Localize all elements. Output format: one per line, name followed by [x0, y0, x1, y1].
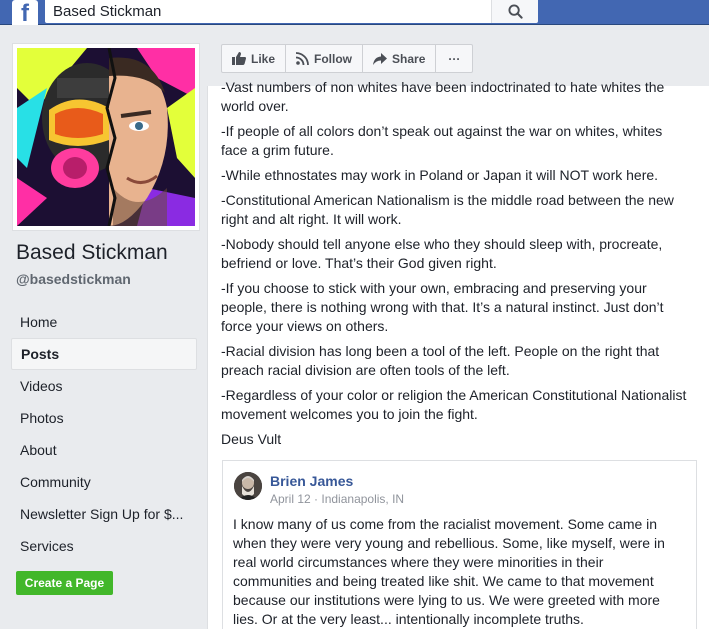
shared-post-meta: April 12 · Indianapolis, IN [270, 492, 404, 506]
post-paragraph: -While ethnostates may work in Poland or… [221, 167, 659, 183]
facebook-logo[interactable]: f [12, 0, 38, 27]
profile-picture [17, 48, 195, 226]
post-body: -Vast numbers of non whites have been in… [221, 78, 691, 455]
search-button[interactable] [491, 0, 538, 23]
post-paragraph: -Constitutional American Nationalism is … [221, 192, 674, 227]
facebook-logo-letter: f [21, 0, 29, 27]
thumbs-up-icon [232, 52, 246, 65]
left-column: Based Stickman @basedstickman Home Posts… [0, 25, 207, 629]
like-button[interactable]: Like [222, 45, 287, 72]
author-photo [234, 472, 262, 500]
page-name[interactable]: Based Stickman [16, 241, 168, 265]
rss-follow-icon [296, 52, 309, 65]
follow-label: Follow [314, 51, 353, 66]
post-paragraph: -Nobody should tell anyone else who they… [221, 236, 663, 271]
like-label: Like [251, 51, 276, 66]
post-paragraph: -Vast numbers of non whites have been in… [221, 79, 665, 114]
shared-author-avatar[interactable] [234, 472, 262, 500]
post-paragraph: -Regardless of your color or religion th… [221, 387, 687, 422]
shared-author-name[interactable]: Brien James [270, 473, 353, 489]
shared-post-location[interactable]: Indianapolis, IN [321, 492, 404, 506]
more-dots-icon: ··· [448, 51, 461, 66]
nav-item-newsletter[interactable]: Newsletter Sign Up for $... [11, 498, 197, 530]
top-bar: f [0, 0, 709, 27]
post-signoff: Deus Vult [221, 431, 282, 447]
nav-item-posts[interactable]: Posts [11, 338, 197, 370]
shared-post-text: I know many of us come from the racialis… [233, 516, 665, 627]
post-card: -Vast numbers of non whites have been in… [207, 79, 709, 629]
search-box [45, 0, 538, 23]
meta-separator: · [314, 492, 319, 506]
search-icon [508, 4, 523, 19]
more-options-button[interactable]: ··· [436, 45, 472, 72]
create-page-button[interactable]: Create a Page [16, 571, 113, 595]
nav-item-home[interactable]: Home [11, 306, 197, 338]
nav-item-community[interactable]: Community [11, 466, 197, 498]
share-label: Share [392, 51, 426, 66]
page-action-bar: Like Follow Share ··· [221, 44, 474, 73]
nav-item-services[interactable]: Services [11, 530, 197, 562]
nav-item-videos[interactable]: Videos [11, 370, 197, 402]
post-paragraph: -Racial division has long been a tool of… [221, 343, 660, 378]
share-arrow-icon [373, 52, 388, 65]
page-nav: Home Posts Videos Photos About Community… [11, 306, 197, 562]
share-button[interactable]: Share [363, 45, 437, 72]
nav-item-photos[interactable]: Photos [11, 402, 197, 434]
profile-picture-frame[interactable] [12, 43, 200, 231]
shared-post[interactable]: Brien James April 12 · Indianapolis, IN … [222, 460, 697, 629]
follow-button[interactable]: Follow [286, 45, 364, 72]
post-paragraph: -If you choose to stick with your own, e… [221, 280, 664, 334]
profile-artwork [17, 48, 195, 226]
search-input[interactable] [45, 0, 440, 23]
nav-item-about[interactable]: About [11, 434, 197, 466]
post-paragraph: -If people of all colors don’t speak out… [221, 123, 663, 158]
page-handle[interactable]: @basedstickman [16, 271, 131, 287]
shared-post-date[interactable]: April 12 [270, 492, 311, 506]
